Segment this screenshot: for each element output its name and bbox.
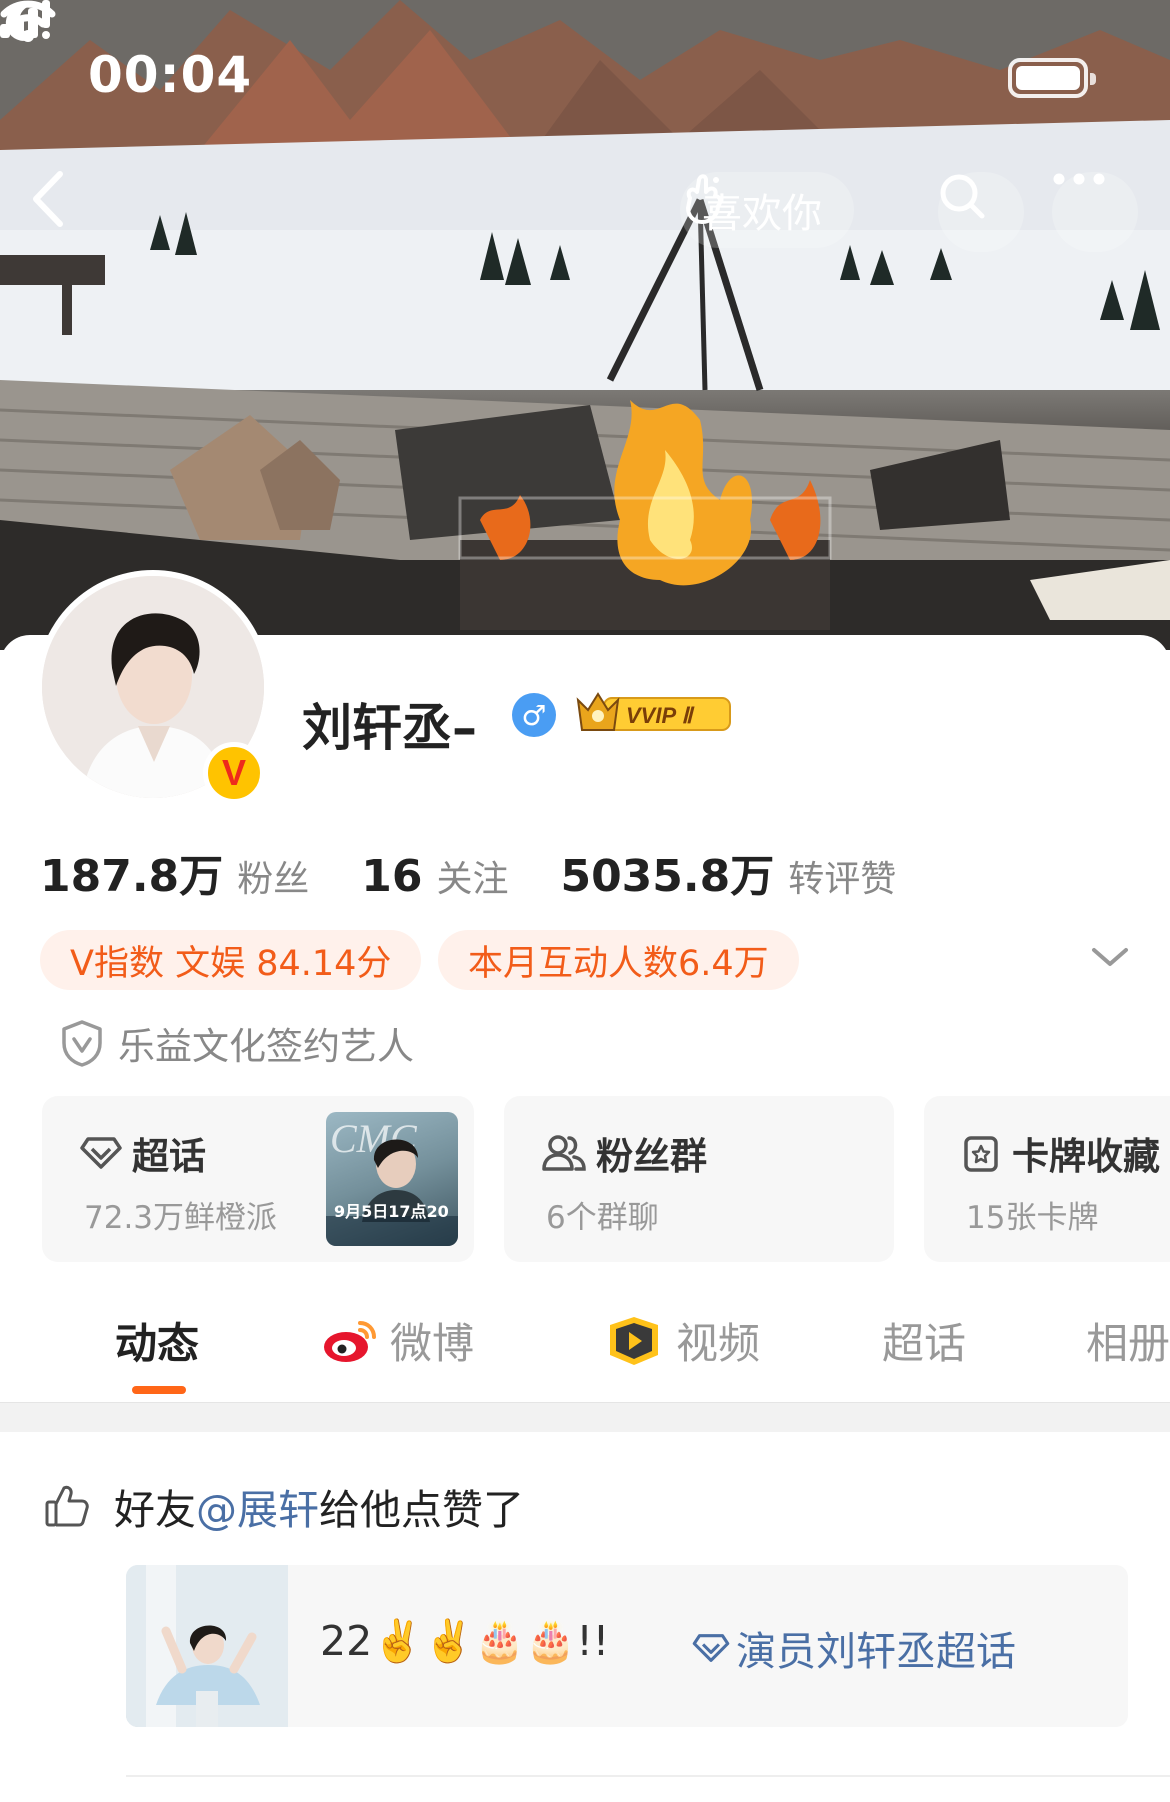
supertopic-link-label: 演员刘轩丞超话 — [736, 1629, 1016, 1675]
interactions-count[interactable]: 5035.8万 — [560, 840, 774, 904]
card-collection-module-title: 卡牌收藏 — [962, 1126, 1160, 1180]
tab-album-label: 相册 — [1086, 1319, 1170, 1368]
diamond-icon — [692, 1634, 730, 1662]
supertopic-module[interactable]: 超话 72.3万鲜橙派 CMC 9月5日17点20 — [42, 1096, 474, 1262]
status-time: 00:04 — [88, 46, 253, 104]
fan-group-module[interactable]: 粉丝群 6个群聊 — [504, 1096, 894, 1262]
vvip-badge[interactable]: VVIP Ⅱ — [574, 690, 734, 736]
followers-count[interactable]: 187.8万 — [40, 840, 223, 904]
status-bar: 00:04 — [0, 0, 1170, 150]
following-count[interactable]: 16 — [361, 851, 422, 902]
card-icon — [964, 1136, 998, 1172]
like-you-button[interactable]: 喜欢你 — [680, 172, 854, 248]
tab-weibo-label: 微博 — [390, 1319, 475, 1368]
thumbs-up-icon — [45, 1485, 89, 1527]
tab-video[interactable]: 视频 — [604, 1310, 760, 1371]
card-collection-module[interactable]: 卡牌收藏 15张卡牌 — [924, 1096, 1170, 1262]
feed-post-thumbnail[interactable] — [126, 1565, 288, 1727]
supertopic-thumbnail-art: CMC — [326, 1116, 458, 1246]
certification-line: 乐益文化签约艺人 — [60, 1016, 414, 1070]
vvip-badge-label: VVIP Ⅱ — [626, 703, 695, 728]
interactions-label[interactable]: 转评赞 — [788, 850, 896, 902]
tab-dynamics-label: 动态 — [115, 1319, 200, 1368]
tab-video-label: 视频 — [676, 1319, 761, 1368]
card-collection-module-subtitle: 15张卡牌 — [966, 1200, 1099, 1236]
active-tab-indicator — [132, 1386, 186, 1394]
search-icon — [940, 174, 985, 219]
chevron-down-icon[interactable] — [1090, 942, 1130, 972]
following-label[interactable]: 关注 — [436, 850, 508, 902]
search-button[interactable] — [938, 172, 1024, 252]
fan-group-module-subtitle: 6个群聊 — [546, 1200, 659, 1236]
diamond-icon — [80, 1137, 122, 1169]
section-divider — [0, 1402, 1170, 1432]
weibo-icon — [324, 1320, 376, 1362]
verified-badge-icon: V — [203, 742, 265, 804]
feed-like-notice: 好友@展轩给他点赞了 — [44, 1476, 524, 1536]
tab-supertopic[interactable]: 超话 — [882, 1310, 966, 1371]
certification-text: 乐益文化签约艺人 — [118, 1025, 414, 1068]
v-index-tag[interactable]: V指数 文娱 84.14分 — [40, 930, 422, 990]
profile-cover-banner[interactable]: 00:04 喜欢你 — [0, 0, 1170, 650]
chevron-left-icon — [33, 171, 63, 227]
feed-post-text: 22✌️✌️🎂🎂!! — [320, 1617, 610, 1665]
feed-like-prefix: 好友 — [114, 1486, 196, 1534]
wifi-icon — [0, 0, 56, 42]
supertopic-module-title: 超话 — [80, 1126, 206, 1180]
feed-like-text: 好友@展轩给他点赞了 — [114, 1476, 524, 1536]
video-icon — [610, 1316, 658, 1365]
profile-username: 刘轩丞– — [302, 699, 477, 757]
fan-group-module-label: 粉丝群 — [596, 1135, 707, 1178]
supertopic-thumbnail-caption: 9月5日17点20 — [334, 1202, 449, 1221]
supertopic-link[interactable]: 演员刘轩丞超话 — [692, 1619, 1016, 1677]
card-collection-module-label: 卡牌收藏 — [1012, 1135, 1160, 1178]
more-dots-icon — [1053, 173, 1105, 185]
battery-icon — [1008, 58, 1096, 98]
more-options-button[interactable] — [1052, 172, 1138, 252]
feed-post-image — [126, 1565, 288, 1727]
shield-verified-icon — [62, 1020, 102, 1067]
tab-weibo[interactable]: 微博 — [322, 1310, 474, 1371]
supertopic-thumbnail[interactable]: CMC 9月5日17点20 — [326, 1112, 458, 1246]
profile-stats: 187.8万 粉丝 16 关注 5035.8万 转评赞 — [40, 840, 948, 902]
feed-mention-link[interactable]: @展轩 — [196, 1486, 319, 1534]
monthly-interaction-tag[interactable]: 本月互动人数6.4万 — [438, 930, 799, 990]
male-gender-icon: ♂ — [512, 693, 556, 737]
followers-label[interactable]: 粉丝 — [237, 850, 309, 902]
supertopic-module-label: 超话 — [132, 1135, 206, 1178]
feed-like-suffix: 给他点赞了 — [319, 1486, 524, 1534]
tab-album[interactable]: 相册 — [1086, 1310, 1170, 1371]
verified-badge-label: V — [221, 752, 246, 793]
feed-divider — [126, 1775, 1170, 1777]
tab-supertopic-label: 超话 — [882, 1319, 967, 1368]
supertopic-module-subtitle: 72.3万鲜橙派 — [84, 1200, 278, 1236]
finger-heart-icon — [686, 174, 723, 224]
tab-dynamics[interactable]: 动态 — [115, 1310, 199, 1371]
back-button[interactable] — [28, 170, 98, 240]
feed-post-card[interactable]: 22✌️✌️🎂🎂!! 演员刘轩丞超话 — [126, 1565, 1128, 1727]
fan-group-module-title: 粉丝群 — [542, 1126, 707, 1180]
group-icon — [542, 1135, 586, 1171]
profile-tabs: 动态 微博 视频 超话 相册 — [0, 1296, 1170, 1396]
